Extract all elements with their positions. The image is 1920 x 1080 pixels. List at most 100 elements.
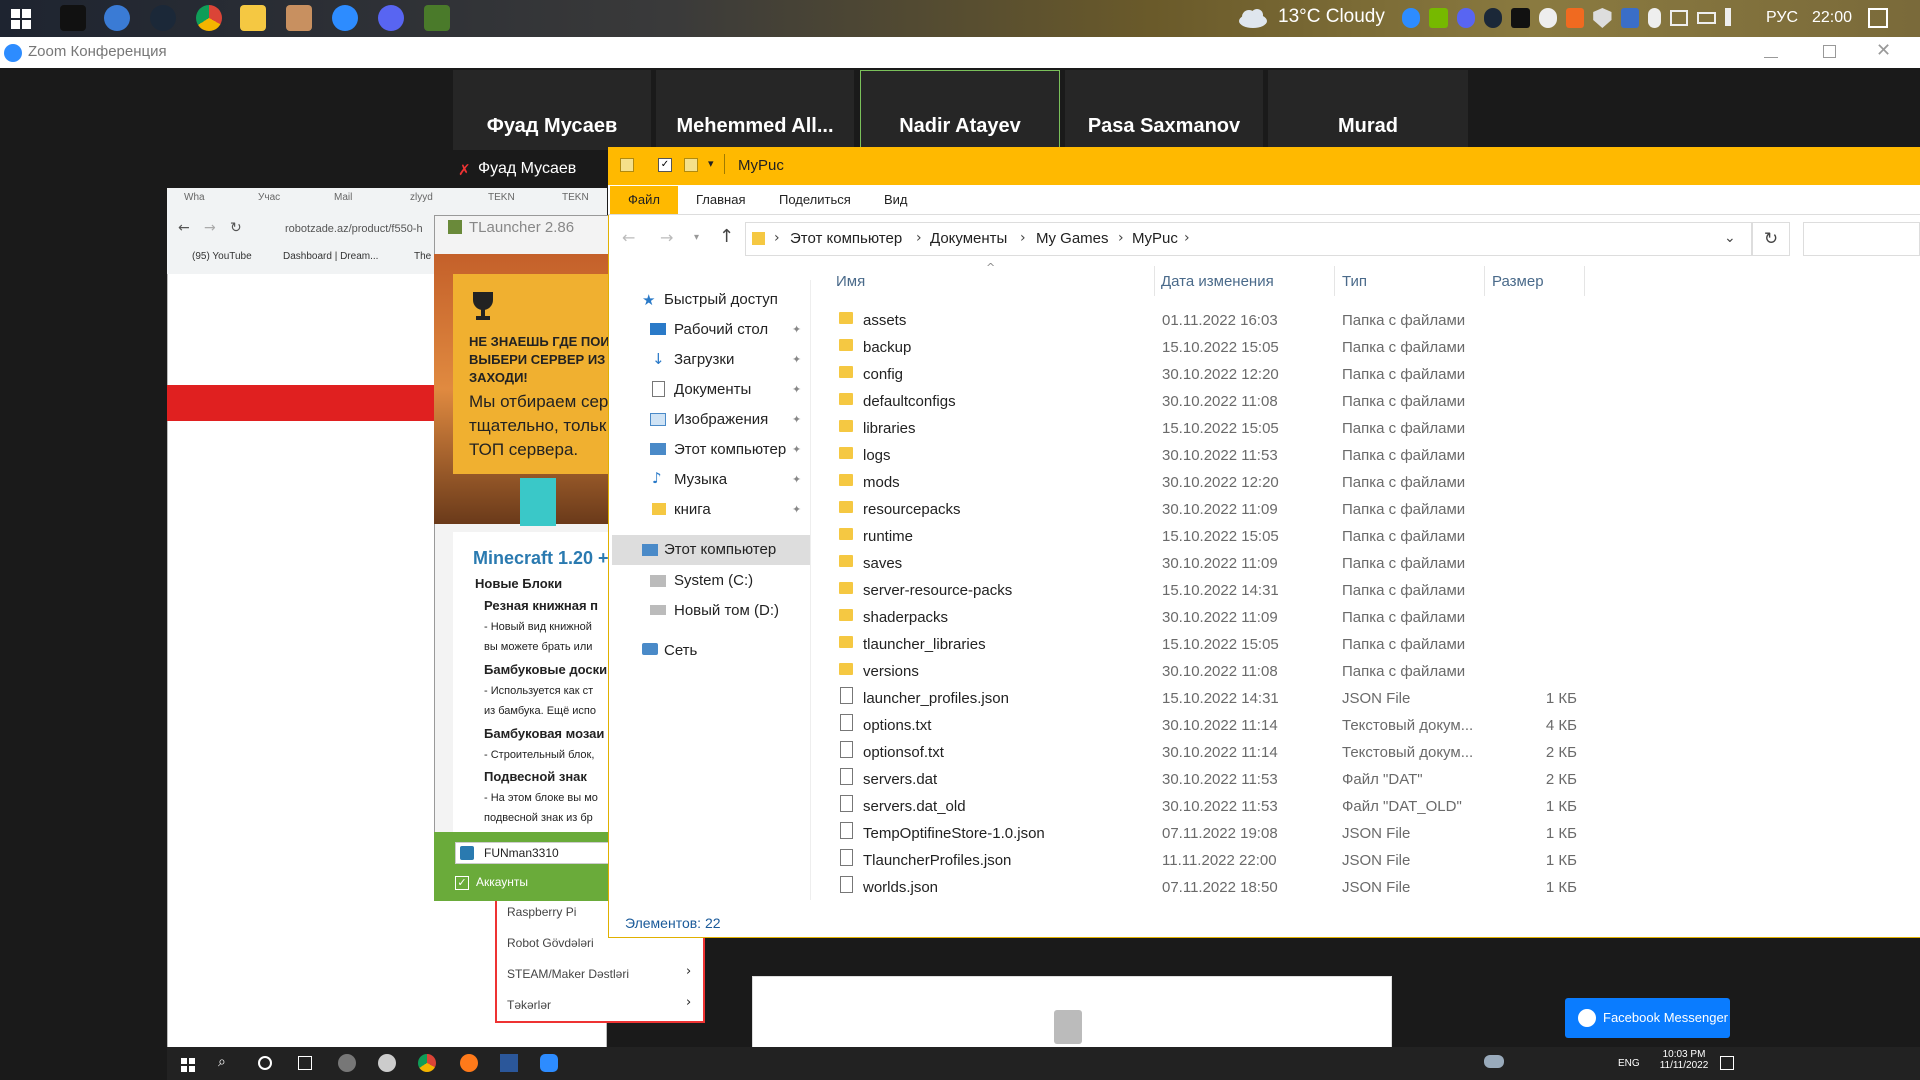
- back-arrow-icon[interactable]: ←: [178, 220, 190, 236]
- nav-downloads[interactable]: Загрузки: [674, 351, 734, 368]
- participant-tile-active[interactable]: [860, 70, 1060, 150]
- breadcrumb-separator-icon[interactable]: ›: [1118, 230, 1124, 246]
- pin-icon[interactable]: ✦: [792, 503, 801, 516]
- display-icon[interactable]: [1669, 10, 1689, 26]
- back-arrow-icon[interactable]: ←: [622, 228, 635, 247]
- firefox-icon[interactable]: [460, 1054, 478, 1072]
- tab-home[interactable]: Главная: [696, 192, 745, 207]
- address-bar[interactable]: robotzade.az/product/f550-h: [285, 223, 423, 235]
- file-row[interactable]: assets 01.11.2022 16:03 Папка с файлами: [835, 306, 1915, 333]
- file-row[interactable]: TlauncherProfiles.json 11.11.2022 22:00 JS…: [835, 846, 1915, 873]
- epic-games-icon[interactable]: [60, 5, 86, 31]
- forward-arrow-icon[interactable]: →: [204, 220, 216, 236]
- file-row[interactable]: libraries 15.10.2022 15:05 Папка с файлами: [835, 414, 1915, 441]
- file-row[interactable]: servers.dat_old 30.10.2022 11:53 Файл "DAT…: [835, 792, 1915, 819]
- bookmark[interactable]: The: [414, 251, 431, 262]
- file-row[interactable]: launcher_profiles.json 15.10.2022 14:31 JS…: [835, 684, 1915, 711]
- pin-icon[interactable]: ✦: [792, 353, 801, 366]
- file-row[interactable]: TempOptifineStore-1.0.json 07.11.2022 19:…: [835, 819, 1915, 846]
- file-row[interactable]: tlauncher_libraries 15.10.2022 15:05 Папка…: [835, 630, 1915, 657]
- steam-icon[interactable]: [150, 5, 176, 31]
- pin-icon[interactable]: ✦: [792, 383, 801, 396]
- file-row[interactable]: shaderpacks 30.10.2022 11:09 Папка с файла…: [835, 603, 1915, 630]
- app-icon[interactable]: [378, 1054, 396, 1072]
- file-row[interactable]: server-resource-packs 15.10.2022 14:31 Пап…: [835, 576, 1915, 603]
- bookmark[interactable]: Dashboard | Dream...: [283, 251, 378, 262]
- nav-this-pc[interactable]: Этот компьютер: [664, 541, 776, 558]
- clock[interactable]: 22:00: [1812, 9, 1852, 27]
- column-divider[interactable]: [1334, 266, 1335, 296]
- zoom-icon[interactable]: [332, 5, 358, 31]
- chevron-down-icon[interactable]: ⌄: [1724, 230, 1736, 246]
- pin-icon[interactable]: ✦: [792, 323, 801, 336]
- nav-book[interactable]: книга: [674, 501, 711, 518]
- participant-tile[interactable]: [1065, 70, 1263, 150]
- column-divider[interactable]: [1154, 266, 1155, 296]
- browser-tab[interactable]: TEKN: [488, 192, 515, 214]
- breadcrumb-separator-icon[interactable]: ›: [916, 230, 922, 246]
- search-input[interactable]: [1803, 222, 1920, 256]
- file-row[interactable]: worlds.json 07.11.2022 18:50 JSON File 1 КБ: [835, 873, 1915, 900]
- task-view-icon[interactable]: [298, 1056, 312, 1070]
- onedrive-icon[interactable]: [1484, 1055, 1504, 1068]
- browser-tab[interactable]: TEKN: [562, 192, 589, 214]
- accounts-checkbox[interactable]: ✓: [455, 876, 469, 890]
- column-divider[interactable]: [1584, 266, 1585, 296]
- file-row[interactable]: defaultconfigs 30.10.2022 11:08 Папка с фа…: [835, 387, 1915, 414]
- breadcrumb-item[interactable]: Документы: [930, 230, 1007, 247]
- nav-desktop[interactable]: Рабочий стол: [674, 321, 768, 338]
- chrome-icon[interactable]: [196, 5, 222, 31]
- nav-network[interactable]: Сеть: [664, 642, 697, 659]
- windows-start-icon[interactable]: [11, 9, 31, 29]
- up-arrow-icon[interactable]: ↑: [719, 226, 734, 247]
- file-row[interactable]: saves 30.10.2022 11:09 Папка с файлами: [835, 549, 1915, 576]
- notification-icon[interactable]: [1868, 8, 1888, 28]
- reload-icon[interactable]: ↻: [230, 220, 242, 236]
- minimize-icon[interactable]: [1764, 44, 1778, 58]
- tlauncher-icon[interactable]: [286, 5, 312, 31]
- breadcrumb-item[interactable]: MyPuc: [1132, 230, 1178, 247]
- menu-item[interactable]: Raspberry Pi: [507, 905, 576, 919]
- close-icon[interactable]: ✕: [1876, 40, 1891, 61]
- refresh-icon[interactable]: ↻: [1752, 222, 1790, 256]
- bluetooth-icon[interactable]: [1620, 8, 1639, 28]
- tab-share[interactable]: Поделиться: [779, 192, 851, 207]
- recent-locations-icon[interactable]: ▾: [694, 232, 699, 243]
- nav-music[interactable]: Музыка: [674, 471, 727, 488]
- menu-item[interactable]: STEAM/Maker Dəstləri: [507, 967, 629, 981]
- column-divider[interactable]: [1484, 266, 1485, 296]
- tab-view[interactable]: Вид: [884, 192, 908, 207]
- battery-icon[interactable]: [1697, 12, 1716, 24]
- nvidia-icon[interactable]: [1429, 8, 1448, 28]
- chrome-icon[interactable]: [418, 1054, 436, 1072]
- file-row[interactable]: mods 30.10.2022 12:20 Папка с файлами: [835, 468, 1915, 495]
- network-tray-icon[interactable]: [1538, 8, 1557, 28]
- breadcrumb-separator-icon[interactable]: ›: [1184, 230, 1190, 246]
- participant-tile[interactable]: [453, 70, 651, 150]
- discord-tray-icon[interactable]: [1456, 8, 1475, 28]
- steam-tray-icon[interactable]: [1483, 8, 1503, 28]
- search-icon[interactable]: ⌕: [218, 1054, 226, 1070]
- language-indicator[interactable]: РУС: [1766, 9, 1798, 27]
- zoom-tray-icon[interactable]: [1402, 8, 1421, 28]
- nav-pictures[interactable]: Изображения: [674, 411, 768, 428]
- zoom-taskbar-icon[interactable]: [540, 1054, 558, 1072]
- taskbar-clock[interactable]: 10:03 PM 11/11/2022: [1655, 1049, 1713, 1071]
- microphone-icon[interactable]: [1647, 8, 1661, 28]
- file-row[interactable]: servers.dat 30.10.2022 11:53 Файл "DAT" 2 К…: [835, 765, 1915, 792]
- file-explorer-icon[interactable]: [240, 5, 266, 31]
- breadcrumb-item[interactable]: My Games: [1036, 230, 1109, 247]
- discord-icon[interactable]: [378, 5, 404, 31]
- language-indicator[interactable]: ENG: [1618, 1058, 1640, 1069]
- pin-icon[interactable]: ✦: [792, 473, 801, 486]
- menu-item[interactable]: Robot Gövdələri: [507, 936, 594, 950]
- epic-tray-icon[interactable]: [1511, 8, 1530, 28]
- shield-icon[interactable]: [1593, 8, 1612, 28]
- pin-icon[interactable]: ✦: [792, 413, 801, 426]
- nav-documents[interactable]: Документы: [674, 381, 751, 398]
- minecraft-icon[interactable]: [424, 5, 450, 31]
- weather-text[interactable]: 13°C Cloudy: [1278, 6, 1385, 28]
- file-row[interactable]: config 30.10.2022 12:20 Папка с файлами: [835, 360, 1915, 387]
- menu-item[interactable]: Təkərlər: [507, 998, 551, 1012]
- breadcrumb-separator-icon[interactable]: ›: [774, 230, 780, 246]
